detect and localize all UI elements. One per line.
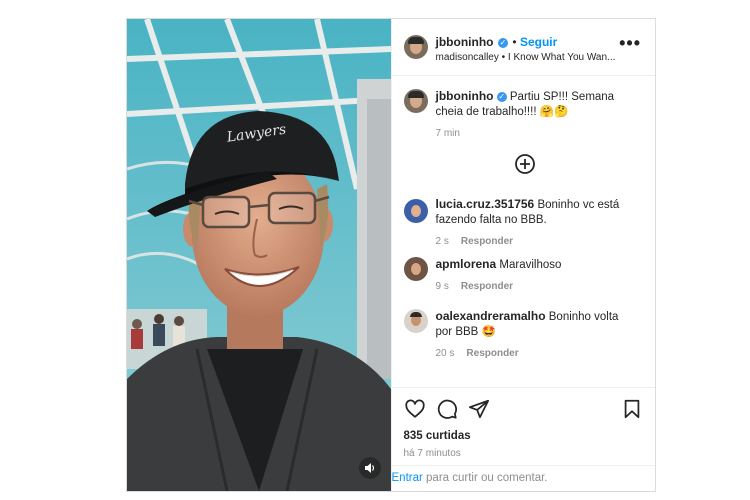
like-count[interactable]: 835 curtidas — [404, 430, 471, 442]
comment-time: 2 s — [435, 236, 449, 247]
author-avatar[interactable] — [403, 35, 428, 59]
instagram-post: Lawyers jbboninho ✓ • Seguir madisoncall… — [126, 18, 656, 492]
caption-time: 7 min — [435, 128, 460, 139]
commenter-avatar[interactable] — [403, 309, 428, 333]
audio-attribution[interactable]: madisoncalley • I Know What You Wan... — [436, 52, 616, 63]
post-timestamp: há 7 minutos — [403, 448, 461, 459]
reply-button[interactable]: Responder — [461, 236, 513, 247]
comment-prompt: para curtir ou comentar. — [426, 472, 548, 484]
comment-text: Maravilhoso — [499, 259, 562, 271]
share-icon[interactable] — [468, 398, 490, 420]
commenter-avatar[interactable] — [403, 257, 428, 281]
comment-item: lucia.cruz.351756 Boninho vc está fazend… — [403, 197, 644, 249]
more-options-icon[interactable]: ••• — [619, 33, 641, 54]
comment-time: 20 s — [435, 348, 455, 359]
comment-list: lucia.cruz.351756 Boninho vc está fazend… — [403, 197, 644, 359]
bookmark-icon[interactable] — [621, 398, 643, 420]
commenter-username[interactable]: lucia.cruz.351756 — [436, 197, 535, 211]
author-username[interactable]: jbboninho — [436, 35, 494, 49]
speaker-icon[interactable] — [358, 457, 381, 479]
verified-badge-icon: ✓ — [496, 92, 507, 102]
post-header: jbboninho ✓ • Seguir madisoncalley • I K… — [391, 19, 655, 76]
reply-button[interactable]: Responder — [466, 348, 518, 359]
comment-bar: Entrar para curtir ou comentar. — [391, 465, 655, 492]
heart-icon[interactable] — [404, 398, 426, 420]
follow-button[interactable]: Seguir — [520, 35, 557, 49]
post-details-panel: jbboninho ✓ • Seguir madisoncalley • I K… — [390, 19, 655, 492]
login-link[interactable]: Entrar — [392, 472, 423, 484]
caption-username[interactable]: jbboninho — [436, 89, 494, 103]
commenter-username[interactable]: apmlorena — [436, 257, 497, 271]
comment-time: 9 s — [435, 281, 449, 292]
verified-badge-icon: ✓ — [497, 38, 508, 48]
post-media-video[interactable]: Lawyers — [127, 19, 391, 491]
comment-item: apmlorena Maravilhoso 9 s Responder — [403, 249, 644, 301]
caption-avatar[interactable] — [403, 89, 428, 113]
commenter-avatar[interactable] — [403, 199, 428, 223]
commenter-username[interactable]: oalexandreramalho — [436, 309, 546, 323]
selfie-photo: Lawyers — [127, 19, 391, 491]
plus-circle-icon[interactable] — [514, 153, 536, 175]
comment-icon[interactable] — [436, 398, 458, 420]
post-actions: 835 curtidas há 7 minutos Entrar para cu… — [391, 387, 655, 492]
reply-button[interactable]: Responder — [461, 281, 513, 292]
comment-item: oalexandreramalho Boninho volta por BBB … — [403, 301, 644, 359]
